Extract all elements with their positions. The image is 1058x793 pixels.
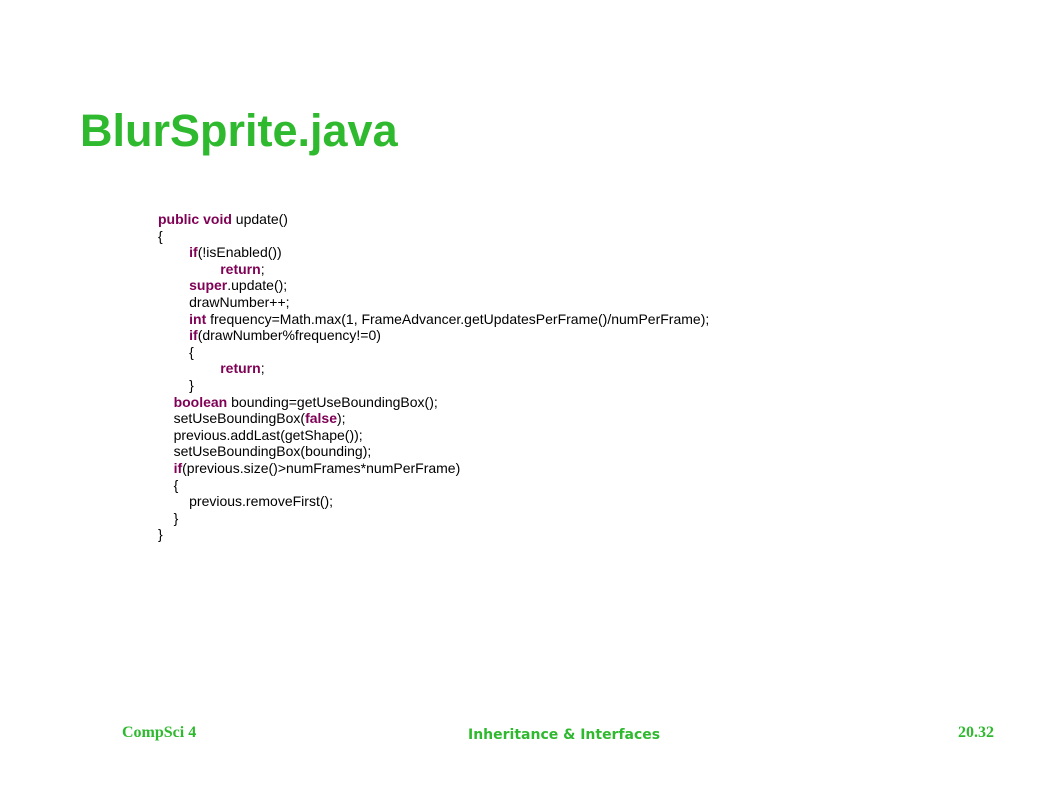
code-keyword: if [189,327,198,344]
code-line: } [158,377,709,394]
code-line: { [158,344,709,361]
code-line: return; [158,261,709,278]
code-text: setUseBoundingBox( [173,410,306,427]
code-keyword: if [189,244,198,261]
code-keyword: super [189,277,228,294]
code-line: { [158,228,709,245]
code-text: (!isEnabled()) [197,244,282,261]
code-line: if(!isEnabled()) [158,244,709,261]
code-keyword: if [173,459,183,476]
code-text: } [189,376,194,393]
code-line: if(previous.size()>numFrames*numPerFrame… [158,460,709,477]
code-line: setUseBoundingBox(false); [158,410,709,427]
code-line: if(drawNumber%frequency!=0) [158,327,709,344]
code-text: frequency=Math.max(1, FrameAdvancer.getU… [206,310,710,327]
code-text: previous.addLast(getShape()); [173,426,363,443]
code-keyword: return [220,360,261,377]
code-text: .update(); [227,277,288,294]
code-text: drawNumber++; [189,293,290,310]
slide-title: BlurSprite.java [80,105,398,156]
code-line: return; [158,360,709,377]
code-line: super.update(); [158,277,709,294]
code-text: previous.removeFirst(); [189,493,334,510]
code-line: int frequency=Math.max(1, FrameAdvancer.… [158,311,709,328]
code-line: { [158,477,709,494]
code-line: } [158,510,709,527]
code-text: ; [260,260,265,277]
code-keyword: int [189,310,207,327]
code-text: { [158,227,163,244]
code-text: ; [260,360,265,377]
code-line: public void update() [158,211,709,228]
code-keyword: void [203,211,232,227]
code-keyword: public [158,211,200,227]
code-line: boolean bounding=getUseBoundingBox(); [158,394,709,411]
code-line: } [158,526,709,543]
code-listing: public void update(){ if(!isEnabled()) r… [158,211,709,543]
code-text: { [173,476,179,493]
code-text: } [173,509,179,526]
code-line: drawNumber++; [158,294,709,311]
code-line: setUseBoundingBox(bounding); [158,443,709,460]
code-text: (previous.size()>numFrames*numPerFrame) [182,459,461,476]
footer-topic-label: Inheritance & Interfaces [468,727,661,743]
code-keyword: false [305,410,338,427]
code-text: setUseBoundingBox(bounding); [173,443,372,460]
footer-course-label: CompSci 4 [122,724,197,741]
code-text: (drawNumber%frequency!=0) [197,327,381,344]
footer-slide-number: 20.32 [958,724,994,741]
code-keyword: boolean [173,393,228,410]
code-line: previous.removeFirst(); [158,493,709,510]
code-text: { [189,343,194,360]
code-text: bounding=getUseBoundingBox(); [227,393,438,410]
code-text: ); [337,410,346,427]
code-line: previous.addLast(getShape()); [158,427,709,444]
code-text: } [158,526,163,543]
code-keyword: return [220,260,261,277]
code-text: update() [231,211,288,227]
